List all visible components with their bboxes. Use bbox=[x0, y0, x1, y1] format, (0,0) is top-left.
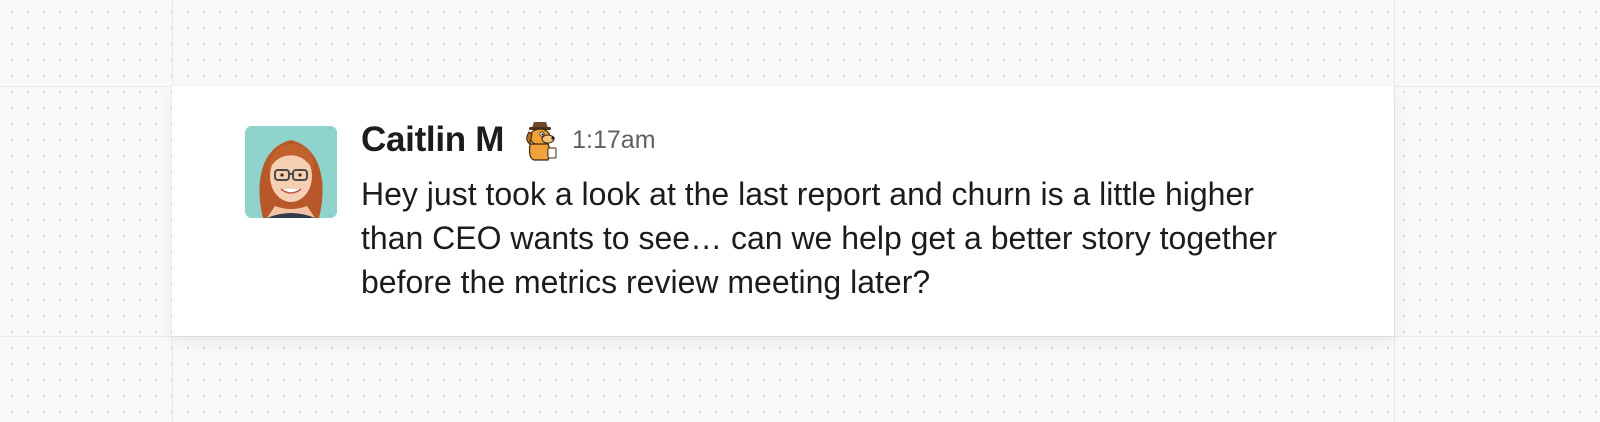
message-card: Caitlin M 1:17am Hey just took a look at… bbox=[172, 86, 1394, 336]
avatar-portrait-icon bbox=[245, 126, 337, 218]
message-header: Caitlin M 1:17am bbox=[361, 116, 656, 164]
this-is-fine-dog-icon[interactable] bbox=[518, 118, 562, 162]
guide-line-right bbox=[1394, 0, 1395, 422]
message-body: Hey just took a look at the last report … bbox=[361, 176, 1278, 300]
sender-name[interactable]: Caitlin M bbox=[361, 120, 504, 160]
avatar[interactable] bbox=[245, 126, 337, 218]
guide-line-bottom bbox=[0, 336, 1600, 337]
message-timestamp[interactable]: 1:17am bbox=[572, 126, 655, 155]
